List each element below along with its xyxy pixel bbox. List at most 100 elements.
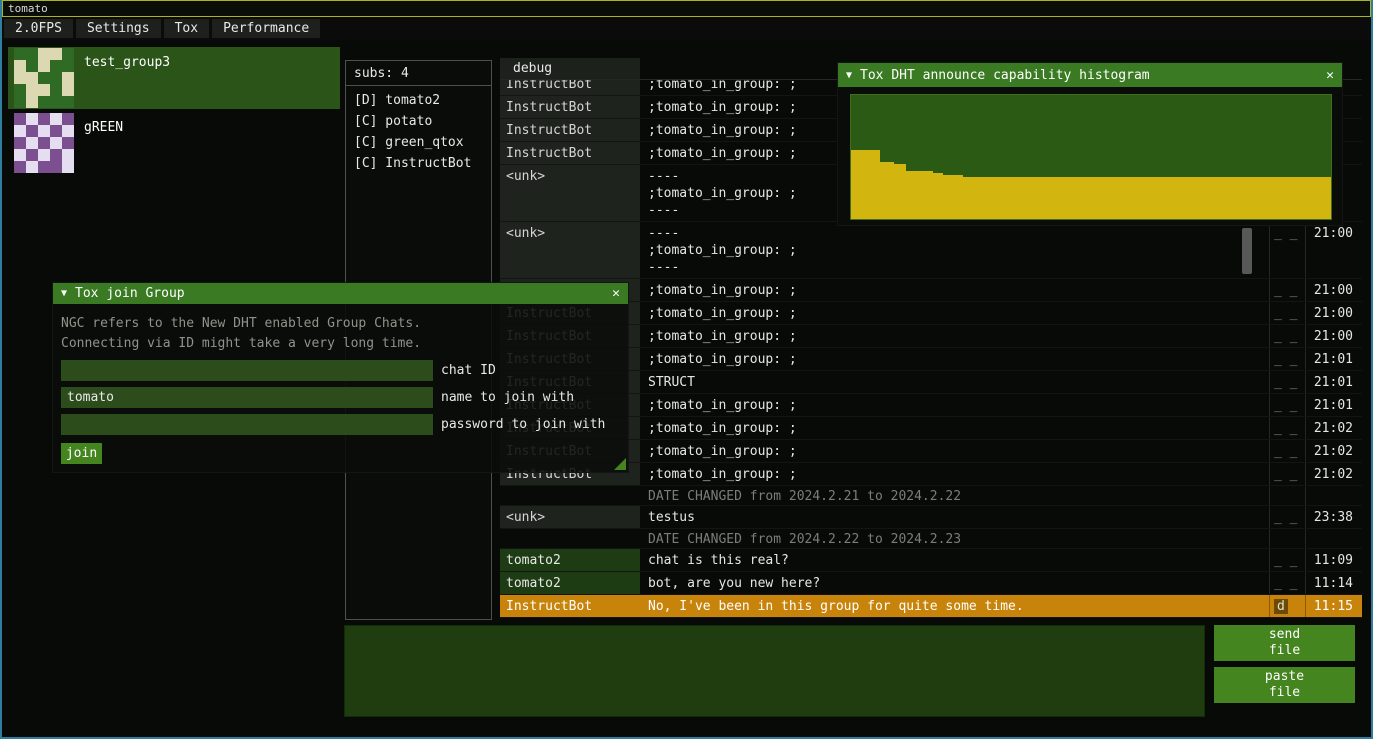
message-row[interactable]: InstructBot;tomato_in_group: ;_ _21:01 — [500, 394, 1362, 417]
sender-name: <unk> — [500, 165, 640, 221]
date-changed-row[interactable]: DATE CHANGED from 2024.2.22 to 2024.2.23 — [500, 529, 1362, 549]
dht-histogram-titlebar[interactable]: ▼ Tox DHT announce capability histogram … — [838, 63, 1342, 87]
message-row[interactable]: InstructBotNo, I've been in this group f… — [500, 595, 1362, 618]
member-list: [D] tomato2[C] potato[C] green_qtox[C] I… — [346, 86, 491, 174]
message-flags: _ _ — [1270, 417, 1306, 439]
message-flags: _ _ — [1270, 394, 1306, 416]
group-item-green[interactable]: gREEN — [8, 112, 340, 174]
message-text: bot, are you new here? — [640, 572, 1270, 594]
message-row[interactable]: InstructBot;tomato_in_group: ;_ _21:00 — [500, 325, 1362, 348]
sender-name: <unk> — [500, 506, 640, 528]
message-row[interactable]: <unk>testus_ _23:38 — [500, 506, 1362, 529]
app-window: tomato 2.0FPS Settings Tox Performance t… — [0, 0, 1373, 739]
close-icon[interactable]: ✕ — [612, 286, 620, 301]
member-item[interactable]: [C] green_qtox — [346, 132, 491, 153]
message-time: 21:02 — [1306, 463, 1362, 485]
member-item[interactable]: [D] tomato2 — [346, 90, 491, 111]
collapse-arrow-icon[interactable]: ▼ — [846, 70, 852, 81]
message-time: 21:02 — [1306, 440, 1362, 462]
message-time: 11:09 — [1306, 549, 1362, 571]
date-changed-text: DATE CHANGED from 2024.2.21 to 2024.2.22 — [640, 486, 1270, 505]
message-flags: _ _ — [1270, 222, 1306, 278]
menu-performance[interactable]: Performance — [212, 19, 320, 38]
date-changed-row[interactable]: DATE CHANGED from 2024.2.21 to 2024.2.22 — [500, 486, 1362, 506]
message-flags: _ _ — [1270, 549, 1306, 571]
message-text: ;tomato_in_group: ; — [640, 440, 1270, 462]
message-row[interactable]: tomato2bot, are you new here?_ _11:14 — [500, 572, 1362, 595]
chat-id-input[interactable] — [61, 360, 433, 381]
message-text: ;tomato_in_group: ; — [640, 417, 1270, 439]
sender-name: tomato2 — [500, 549, 640, 571]
join-group-window: ▼ Tox join Group ✕ NGC refers to the New… — [52, 282, 629, 473]
chat-scrollbar[interactable] — [1242, 228, 1252, 274]
message-time: 21:00 — [1306, 222, 1362, 278]
member-item[interactable]: [C] potato — [346, 111, 491, 132]
join-name-label: name to join with — [441, 390, 574, 405]
message-text: ;tomato_in_group: ; — [640, 302, 1270, 324]
collapse-arrow-icon[interactable]: ▼ — [61, 288, 67, 299]
chat-id-label: chat ID — [441, 363, 496, 378]
message-flags: _ _ — [1270, 371, 1306, 393]
message-text: STRUCT — [640, 371, 1270, 393]
message-flags: _ _ — [1270, 302, 1306, 324]
sender-name: InstructBot — [500, 119, 640, 141]
message-input[interactable] — [344, 625, 1205, 717]
message-text: ;tomato_in_group: ; — [640, 463, 1270, 485]
join-password-input[interactable] — [61, 414, 433, 435]
message-row[interactable]: InstructBot;tomato_in_group: ;_ _21:02 — [500, 463, 1362, 486]
join-group-title: Tox join Group — [75, 286, 185, 301]
sender-name: <unk> — [500, 222, 640, 278]
message-time: 21:00 — [1306, 279, 1362, 301]
group-avatar — [14, 48, 74, 108]
message-flags: d — [1270, 595, 1306, 617]
message-text: testus — [640, 506, 1270, 528]
message-text: ;tomato_in_group: ; — [640, 325, 1270, 347]
group-item-test_group3[interactable]: test_group3 — [8, 47, 340, 109]
message-time: 21:00 — [1306, 302, 1362, 324]
message-row[interactable]: InstructBot;tomato_in_group: ;_ _21:02 — [500, 417, 1362, 440]
menu-tox[interactable]: Tox — [164, 19, 209, 38]
message-text: chat is this real? — [640, 549, 1270, 571]
message-row[interactable]: <unk>----;tomato_in_group: ;----_ _21:00 — [500, 222, 1362, 279]
message-row[interactable]: InstructBot;tomato_in_group: ;_ _21:00 — [500, 279, 1362, 302]
sender-name: InstructBot — [500, 80, 640, 95]
message-flags: _ _ — [1270, 572, 1306, 594]
message-time: 11:14 — [1306, 572, 1362, 594]
close-icon[interactable]: ✕ — [1326, 68, 1334, 83]
member-item[interactable]: [C] InstructBot — [346, 153, 491, 174]
message-text: ;tomato_in_group: ; — [640, 394, 1270, 416]
sender-name: InstructBot — [500, 595, 640, 617]
window-title: tomato — [8, 2, 48, 15]
message-row[interactable]: InstructBot;tomato_in_group: ;_ _21:02 — [500, 440, 1362, 463]
message-flags: _ _ — [1270, 440, 1306, 462]
menu-settings[interactable]: Settings — [76, 19, 161, 38]
sender-name: tomato2 — [500, 572, 640, 594]
message-row[interactable]: InstructBotSTRUCT_ _21:01 — [500, 371, 1362, 394]
message-flags: _ _ — [1270, 463, 1306, 485]
date-changed-text: DATE CHANGED from 2024.2.22 to 2024.2.23 — [640, 529, 1270, 548]
resize-grip[interactable] — [614, 458, 626, 470]
message-time: 11:15 — [1306, 595, 1362, 617]
send-file-button[interactable]: send file — [1214, 625, 1355, 661]
message-text: ----;tomato_in_group: ;---- — [640, 222, 1270, 278]
join-password-label: password to join with — [441, 417, 605, 432]
dht-histogram-title: Tox DHT announce capability histogram — [860, 68, 1150, 83]
join-name-input[interactable] — [61, 387, 433, 408]
message-row[interactable]: tomato2chat is this real?_ _11:09 — [500, 549, 1362, 572]
paste-file-button[interactable]: paste file — [1214, 667, 1355, 703]
join-group-body: NGC refers to the New DHT enabled Group … — [53, 304, 628, 472]
join-group-titlebar[interactable]: ▼ Tox join Group ✕ — [53, 283, 628, 304]
message-flags: _ _ — [1270, 325, 1306, 347]
subs-header: subs: 4 — [346, 61, 491, 86]
dht-histogram-plot — [850, 94, 1332, 220]
tab-debug[interactable]: debug — [500, 58, 640, 79]
join-info-line: NGC refers to the New DHT enabled Group … — [61, 314, 620, 334]
message-row[interactable]: InstructBot;tomato_in_group: ;_ _21:00 — [500, 302, 1362, 325]
message-time: 21:02 — [1306, 417, 1362, 439]
message-time: 23:38 — [1306, 506, 1362, 528]
join-button[interactable]: join — [61, 443, 102, 464]
menubar: 2.0FPS Settings Tox Performance — [2, 17, 1371, 40]
group-name: gREEN — [74, 112, 123, 135]
message-flags: _ _ — [1270, 506, 1306, 528]
message-row[interactable]: InstructBot;tomato_in_group: ;_ _21:01 — [500, 348, 1362, 371]
